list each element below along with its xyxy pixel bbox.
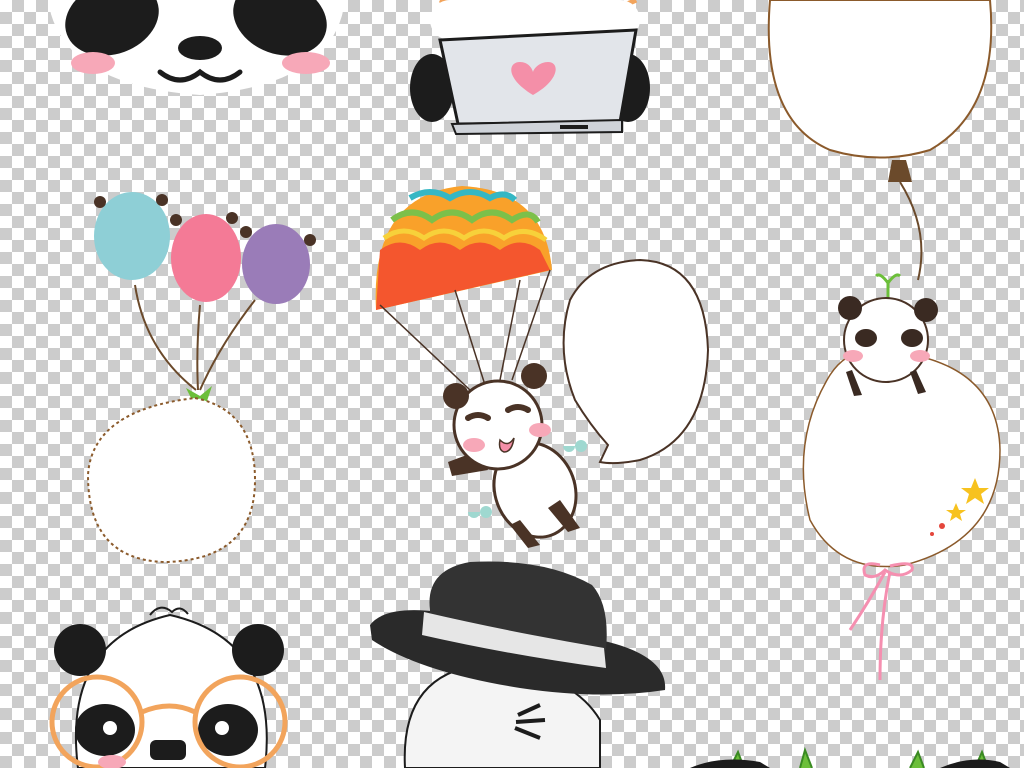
balloon-ear-icon [156, 194, 168, 206]
panda-left-ear-icon [838, 296, 862, 320]
balloon-ear-icon [170, 214, 182, 226]
panda-left-blush-icon [71, 52, 115, 74]
balloon-ear-icon [304, 234, 316, 246]
panda-right-ear-icon [232, 624, 284, 676]
blue-balloon-icon [94, 192, 170, 280]
panda-right-ear-icon [521, 363, 547, 389]
pink-ribbon-icon [848, 562, 914, 681]
balloon-ear-icon [94, 196, 106, 208]
pink-balloon-icon [171, 214, 241, 302]
balloon-bunch-frame [86, 192, 316, 564]
balloon-strings-icon [134, 284, 256, 391]
panda-nose-icon [150, 740, 186, 760]
panda-face-top-left [48, 0, 345, 95]
speech-bubble-icon [562, 258, 710, 465]
panda-top-icon [690, 759, 1010, 768]
star-dot-icon [930, 532, 934, 536]
panda-hair-tuft-icon [149, 606, 189, 616]
panda-right-eye-patch-icon [901, 329, 923, 347]
sprout-icon [874, 273, 902, 300]
laptop-trackpad-icon [560, 125, 588, 129]
partial-pandas-bottom-right [690, 746, 1010, 768]
speech-bubble-middle [562, 258, 710, 465]
balloon-shape-icon [767, 0, 993, 159]
star-dot-icon [939, 523, 945, 529]
panda-right-blush-icon [282, 52, 330, 74]
clipart-canvas [48, 0, 1010, 768]
panda-right-eye-icon [215, 721, 229, 735]
panda-with-laptop [410, 0, 650, 136]
panda-with-glasses [49, 606, 288, 768]
parachute-panda [375, 186, 587, 548]
balloon-knot-icon [888, 160, 912, 182]
balloon-string-icon [899, 181, 923, 281]
frame-bag-icon [86, 396, 257, 564]
balloon-shape-icon [802, 349, 1001, 568]
panda-with-fedora [370, 561, 666, 768]
balloon-ear-icon [240, 226, 252, 238]
panda-left-ear-icon [54, 624, 106, 676]
panda-on-balloon [802, 273, 1001, 681]
balloon-ear-icon [226, 212, 238, 224]
purple-balloon-icon [242, 224, 310, 304]
panda-left-eye-icon [103, 721, 117, 735]
panda-left-eye-patch-icon [855, 329, 877, 347]
panda-left-blush-icon [463, 438, 485, 452]
panda-left-blush-icon [843, 350, 863, 362]
panda-right-ear-icon [914, 298, 938, 322]
panda-right-blush-icon [529, 423, 551, 437]
speech-balloon-top-right [767, 0, 993, 281]
panda-left-ear-icon [443, 383, 469, 409]
panda-right-blush-icon [910, 350, 930, 362]
panda-nose-icon [178, 36, 222, 60]
